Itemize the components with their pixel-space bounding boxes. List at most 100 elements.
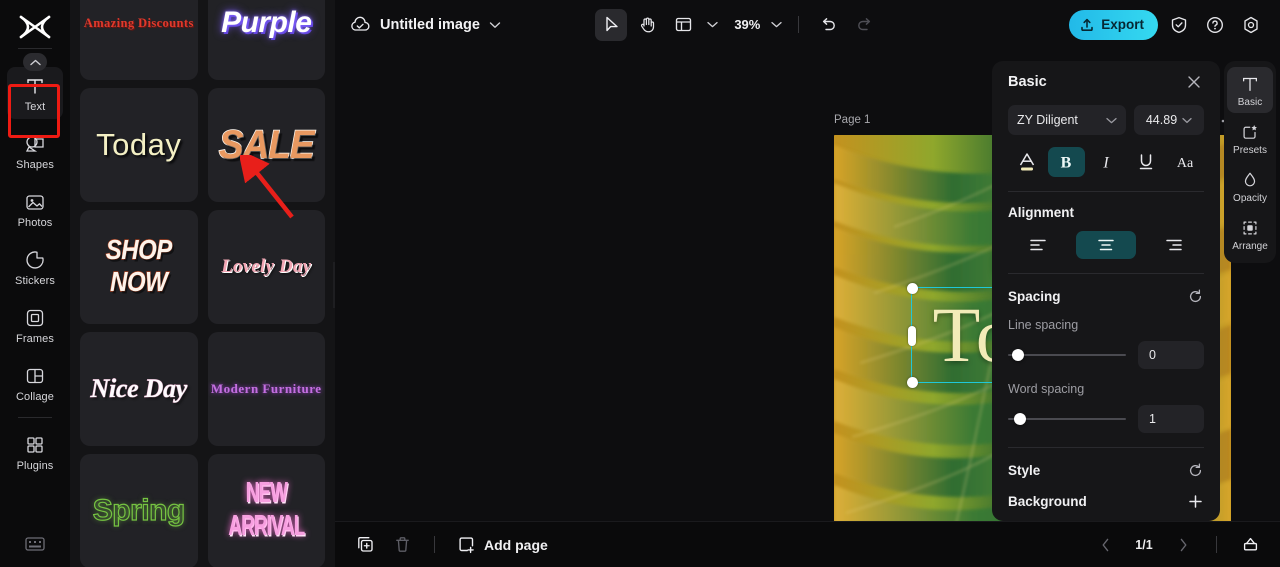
word-spacing-slider[interactable]: [1008, 412, 1126, 426]
shield-check-icon: [1171, 16, 1187, 33]
rail-collapse-button[interactable]: [23, 53, 47, 71]
text-template-card[interactable]: SALE: [207, 88, 325, 202]
font-color-icon: [1019, 153, 1034, 171]
resize-handle-left[interactable]: [908, 326, 916, 346]
add-background-button[interactable]: [1186, 492, 1204, 510]
help-button[interactable]: [1200, 10, 1230, 40]
sidebar-item-shapes[interactable]: Shapes: [7, 125, 63, 177]
tab-label: Opacity: [1233, 193, 1267, 204]
plugins-grid-icon: [27, 437, 43, 453]
text-template-card[interactable]: Purple: [207, 0, 325, 80]
sidebar-item-text[interactable]: Text: [7, 67, 63, 119]
prev-page-button[interactable]: [1091, 531, 1119, 559]
sidebar-item-plugins[interactable]: Plugins: [7, 426, 63, 478]
reset-spacing-button[interactable]: [1186, 287, 1204, 305]
word-spacing-input[interactable]: 1: [1138, 405, 1204, 433]
font-family-select[interactable]: ZY Diligent: [1008, 105, 1126, 135]
sidebar-item-label: Text: [24, 101, 46, 113]
present-button[interactable]: [1236, 531, 1264, 559]
sidebar-item-photos[interactable]: Photos: [7, 183, 63, 235]
zoom-dropdown-button[interactable]: [767, 11, 785, 39]
italic-button[interactable]: I: [1087, 147, 1125, 177]
tab-basic[interactable]: Basic: [1227, 67, 1273, 113]
background-section-header: Background: [1008, 492, 1204, 510]
bold-icon: B: [1061, 155, 1072, 172]
sidebar-item-collage[interactable]: Collage: [7, 357, 63, 409]
rail-divider-2: [18, 417, 52, 418]
bold-button[interactable]: B: [1047, 147, 1086, 177]
properties-header: Basic: [1008, 61, 1204, 103]
text-t-icon: [1243, 77, 1257, 91]
text-template-card[interactable]: Nice Day: [80, 332, 198, 446]
tab-label: Presets: [1233, 145, 1267, 156]
next-page-button[interactable]: [1169, 531, 1197, 559]
cloud-saved-icon: [351, 16, 370, 31]
layout-dropdown-button[interactable]: [703, 11, 721, 39]
underline-button[interactable]: [1127, 147, 1165, 177]
spacing-section-header: Spacing: [1008, 287, 1204, 305]
reset-style-button[interactable]: [1186, 461, 1204, 479]
chevron-down-icon: [771, 21, 782, 28]
text-template-card-today[interactable]: Today: [80, 88, 198, 202]
align-right-button[interactable]: [1144, 231, 1204, 259]
tab-arrange[interactable]: Arrange: [1227, 211, 1273, 257]
panel-collapse-button[interactable]: [333, 262, 335, 308]
add-page-button[interactable]: Add page: [457, 535, 548, 554]
undo-button[interactable]: [812, 9, 844, 41]
resize-handle-top-left[interactable]: [906, 282, 918, 294]
layout-tool-button[interactable]: [667, 9, 699, 41]
text-template-card[interactable]: SHOP NOW: [80, 210, 198, 324]
divider: [1008, 191, 1204, 192]
redo-button[interactable]: [848, 9, 880, 41]
bottom-left-actions: Add page: [351, 531, 548, 559]
template-label: Today: [96, 127, 182, 162]
chevron-down-icon: [489, 21, 501, 28]
export-button[interactable]: Export: [1069, 9, 1158, 40]
text-template-card[interactable]: Spring: [80, 454, 198, 567]
slider-knob[interactable]: [1014, 413, 1026, 425]
align-center-button[interactable]: [1076, 231, 1136, 259]
tab-presets[interactable]: Presets: [1227, 115, 1273, 161]
close-x-icon: [1188, 76, 1200, 88]
shield-check-button[interactable]: [1164, 10, 1194, 40]
text-case-button[interactable]: Aa: [1166, 147, 1204, 177]
resize-handle-bottom-left[interactable]: [906, 376, 918, 388]
shapes-icon: [25, 136, 44, 152]
sidebar-item-stickers[interactable]: Stickers: [7, 241, 63, 293]
document-title-button[interactable]: Untitled image: [349, 16, 501, 34]
alignment-buttons: [1008, 231, 1204, 259]
font-color-button[interactable]: [1008, 147, 1046, 177]
font-size-select[interactable]: 44.89: [1134, 105, 1204, 135]
italic-icon: I: [1102, 155, 1109, 172]
line-spacing-slider[interactable]: [1008, 348, 1126, 362]
sticker-icon: [26, 251, 44, 269]
align-right-icon: [1166, 239, 1182, 251]
properties-panel: Basic ZY Diligent 44.89 B I Aa Alignment…: [992, 61, 1220, 521]
tab-opacity[interactable]: Opacity: [1227, 163, 1273, 209]
word-spacing-value: 1: [1149, 412, 1156, 426]
text-template-card[interactable]: Lovely Day: [207, 210, 325, 324]
settings-button[interactable]: [1236, 10, 1266, 40]
text-style-buttons: B I Aa: [1008, 147, 1204, 177]
spacing-title: Spacing: [1008, 288, 1061, 304]
sidebar-item-label: Collage: [15, 391, 54, 403]
zoom-level-value: 39%: [734, 17, 761, 32]
hand-tool-button[interactable]: [631, 9, 663, 41]
delete-page-button[interactable]: [388, 531, 416, 559]
sidebar-item-frames[interactable]: Frames: [7, 299, 63, 351]
keyboard-shortcuts-button[interactable]: [0, 535, 70, 553]
slider-knob[interactable]: [1012, 349, 1024, 361]
text-template-card[interactable]: Modern Furniture: [207, 332, 325, 446]
line-spacing-value: 0: [1149, 348, 1156, 362]
select-tool-button[interactable]: [595, 8, 628, 41]
text-template-card[interactable]: NEW ARRIVAL: [207, 454, 325, 567]
sidebar-item-label: Photos: [17, 217, 53, 229]
close-properties-button[interactable]: [1184, 72, 1204, 92]
align-left-button[interactable]: [1008, 231, 1068, 259]
upload-icon: [1081, 18, 1094, 31]
text-template-card[interactable]: Amazing Discounts: [80, 0, 198, 80]
topbar-right-actions: Export: [1069, 9, 1266, 40]
top-toolbar: Untitled image 39% Export: [335, 0, 1280, 49]
line-spacing-input[interactable]: 0: [1138, 341, 1204, 369]
duplicate-page-button-bottom[interactable]: [351, 531, 379, 559]
